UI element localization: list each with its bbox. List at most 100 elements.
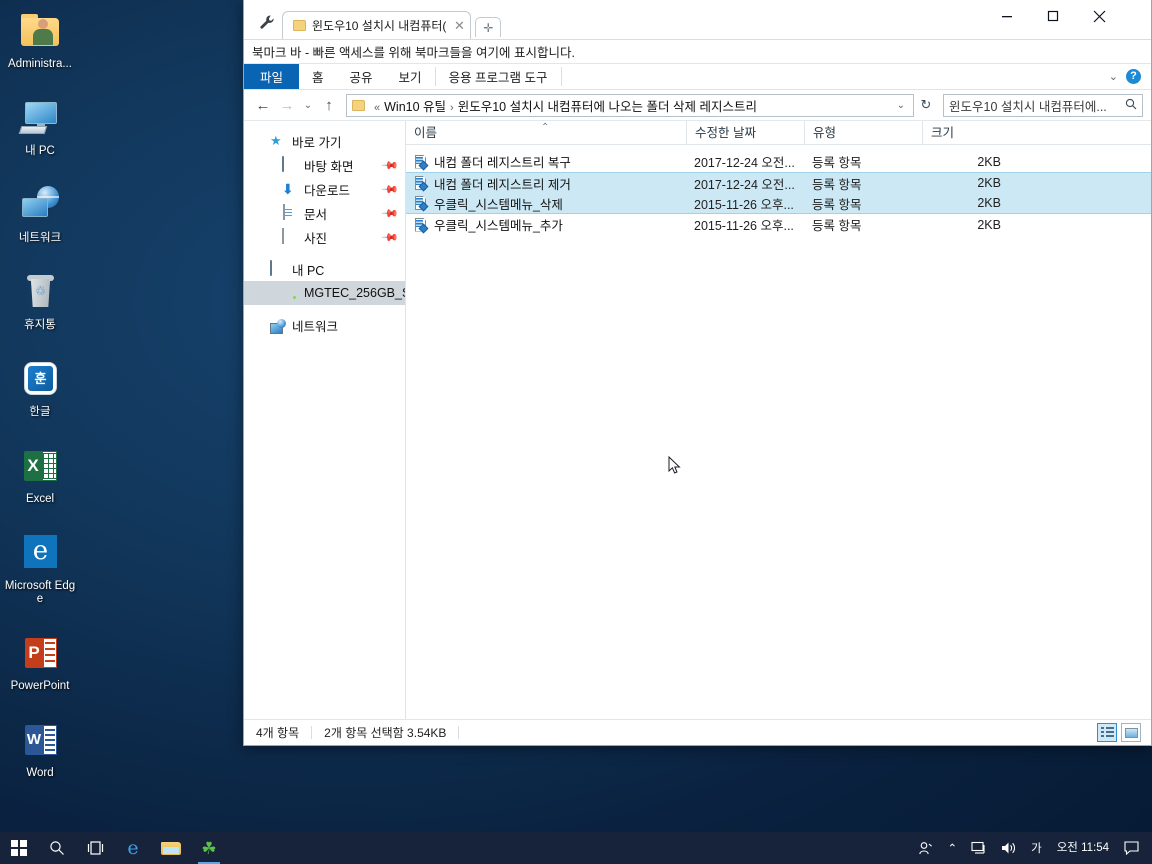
chevron-up-icon[interactable]: ⌃ [940, 832, 964, 864]
details-view-button[interactable] [1097, 723, 1117, 742]
computer-icon [17, 95, 63, 141]
sidebar-item-network[interactable]: 네트워크 [244, 313, 405, 337]
address-input[interactable]: «Win10 유틸 › 윈도우10 설치시 내컴퓨터에 나오는 폴더 삭제 레지스트… [346, 93, 914, 117]
table-row[interactable]: 우클릭_시스템메뉴_추가 2015-11-26 오후... 등록 항목 2KB [406, 214, 1151, 235]
column-header-row: 이름 수정한 날짜 유형 크기 ⌃ [406, 120, 1151, 145]
folder-icon [293, 20, 306, 31]
sidebar-item-label: 문서 [304, 207, 328, 222]
taskbar-search-button[interactable] [38, 832, 76, 864]
file-size-cell: 2KB [977, 176, 1001, 190]
recent-locations-button[interactable]: ⌄ [300, 94, 316, 116]
tab-share[interactable]: 공유 [337, 64, 386, 89]
chevron-down-icon[interactable]: ⌄ [1109, 70, 1118, 83]
search-input[interactable]: 윈도우10 설치시 내컴퓨터에... [949, 96, 1125, 115]
up-button[interactable]: ↑ [318, 94, 340, 116]
taskbar-clover-button[interactable]: ☘ [190, 832, 228, 864]
details-view-icon [1100, 727, 1114, 738]
breadcrumb-item-2[interactable]: 윈도우10 설치시 내컴퓨터에 나오는 폴더 삭제 레지스트리 [458, 100, 757, 114]
folder-icon [352, 99, 365, 111]
tab-application-tools[interactable]: 응용 프로그램 도구 [436, 64, 561, 89]
desktop-icon-administrator[interactable]: Administra... [2, 8, 78, 71]
sidebar-item-documents[interactable]: 문서 📌 [244, 201, 405, 225]
clock[interactable]: 오전 11:54 [1049, 832, 1117, 864]
computer-icon [270, 260, 286, 277]
help-icon[interactable]: ? [1126, 69, 1141, 84]
tab-strip: 윈도우10 설치시 내컴퓨터( ✕ ✛ [244, 0, 1151, 40]
table-row[interactable]: 우클릭_시스템메뉴_삭제 2015-11-26 오후... 등록 항목 2KB [406, 193, 1151, 214]
taskbar-file-explorer-button[interactable] [152, 832, 190, 864]
breadcrumb-prefix: « [374, 101, 381, 114]
system-tray: ⌃ 가 오전 11:54 [911, 832, 1152, 864]
start-icon [11, 840, 27, 856]
desktop-icon-my-pc[interactable]: 내 PC [2, 95, 78, 158]
sidebar-item-desktop[interactable]: 바탕 화면 📌 [244, 153, 405, 177]
file-type-cell: 등록 항목 [812, 219, 862, 233]
desktop-icon-network[interactable]: 네트워크 [2, 182, 78, 245]
clover-icon: ☘ [201, 838, 217, 858]
tab-file[interactable]: 파일 [244, 64, 300, 89]
back-button[interactable]: ← [252, 94, 274, 116]
pin-icon[interactable]: 📌 [381, 228, 400, 246]
forward-button[interactable]: → [276, 94, 298, 116]
sidebar-item-drive-mgtec[interactable]: MGTEC_256GB_SSD [244, 281, 405, 305]
address-bar-row: ← → ⌄ ↑ «Win10 유틸 › 윈도우10 설치시 내컴퓨터에 나오는 폴더… [244, 90, 1151, 121]
thumbnail-view-button[interactable] [1121, 723, 1141, 742]
column-header-date[interactable]: 수정한 날짜 [686, 120, 804, 145]
tab-view[interactable]: 보기 [386, 64, 435, 89]
close-icon[interactable]: ✕ [452, 18, 466, 34]
sidebar-item-label: MGTEC_256GB_SSD [304, 286, 405, 300]
search-icon[interactable] [1125, 98, 1137, 113]
file-name: 우클릭_시스템메뉴_삭제 [434, 197, 563, 212]
column-header-type[interactable]: 유형 [804, 120, 922, 145]
table-row[interactable]: 내컴 폴더 레지스트리 복구 2017-12-24 오전... 등록 항목 2K… [406, 151, 1151, 172]
pin-icon[interactable]: 📌 [381, 156, 400, 174]
registry-file-icon [414, 195, 429, 212]
registry-file-icon [414, 175, 429, 192]
ime-indicator[interactable]: 가 [1024, 832, 1049, 864]
minimize-button[interactable] [984, 0, 1030, 32]
pin-icon[interactable]: 📌 [381, 204, 400, 222]
tab-home[interactable]: 홈 [299, 64, 337, 89]
refresh-button[interactable]: ↻ [916, 97, 936, 113]
desktop-icon-recycle-bin[interactable]: ♲ 휴지통 [2, 269, 78, 332]
maximize-button[interactable] [1030, 0, 1076, 32]
desktop-icon-hangul[interactable]: 훈 한글 [2, 356, 78, 419]
close-button[interactable] [1076, 0, 1122, 32]
explorer-body: ★ 바로 가기 바탕 화면 📌 ⬇ 다운로드 📌 문서 📌 사진 📌 내 PC … [244, 120, 1151, 719]
sidebar-item-label: 네트워크 [292, 319, 339, 334]
table-row[interactable]: 내컴 폴더 레지스트리 제거 2017-12-24 오전... 등록 항목 2K… [406, 172, 1151, 193]
desktop-icon-excel[interactable]: X Excel [2, 443, 78, 506]
desktop-icon-microsoft-edge[interactable]: e Microsoft Edge [2, 530, 78, 606]
browser-tab-active[interactable]: 윈도우10 설치시 내컴퓨터( ✕ [282, 11, 472, 39]
action-center-icon[interactable] [1117, 832, 1146, 864]
breadcrumb-item-1[interactable]: Win10 유틸 [384, 100, 446, 114]
chevron-down-icon[interactable]: ⌄ [891, 100, 911, 111]
taskbar-edge-button[interactable]: e [114, 832, 152, 864]
sidebar-item-quick-access[interactable]: ★ 바로 가기 [244, 129, 405, 153]
network-tray-icon[interactable] [964, 832, 994, 864]
bookmark-bar[interactable]: 북마크 바 - 빠른 액세스를 위해 북마크들을 여기에 표시합니다. [244, 40, 1151, 64]
file-date-cell: 2015-11-26 오후... [694, 197, 794, 212]
sidebar-item-downloads[interactable]: ⬇ 다운로드 📌 [244, 177, 405, 201]
volume-icon[interactable] [994, 832, 1024, 864]
edge-icon: e [17, 530, 63, 576]
sidebar-item-this-pc[interactable]: 내 PC [244, 257, 405, 281]
status-divider [458, 726, 460, 739]
column-header-size[interactable]: 크기 [922, 120, 1007, 145]
task-view-button[interactable] [76, 832, 114, 864]
search-box[interactable]: 윈도우10 설치시 내컴퓨터에... [943, 93, 1143, 117]
start-button[interactable] [0, 832, 38, 864]
desktop-icon-word[interactable]: W Word [2, 717, 78, 780]
powerpoint-icon: P [17, 630, 63, 676]
people-icon[interactable] [911, 832, 940, 864]
network-icon [270, 318, 286, 334]
wrench-icon[interactable] [252, 5, 282, 39]
sidebar-item-pictures[interactable]: 사진 📌 [244, 225, 405, 249]
desktop-icon-label: 네트워크 [18, 232, 62, 244]
ribbon-tab-bar: 파일 홈 공유 보기 응용 프로그램 도구 ⌄ ? [244, 64, 1151, 90]
pin-icon[interactable]: 📌 [381, 180, 400, 198]
sidebar-item-label: 다운로드 [304, 183, 351, 198]
file-explorer-icon [161, 840, 181, 856]
new-tab-button[interactable]: ✛ [475, 17, 502, 37]
desktop-icon-powerpoint[interactable]: P PowerPoint [2, 630, 78, 693]
